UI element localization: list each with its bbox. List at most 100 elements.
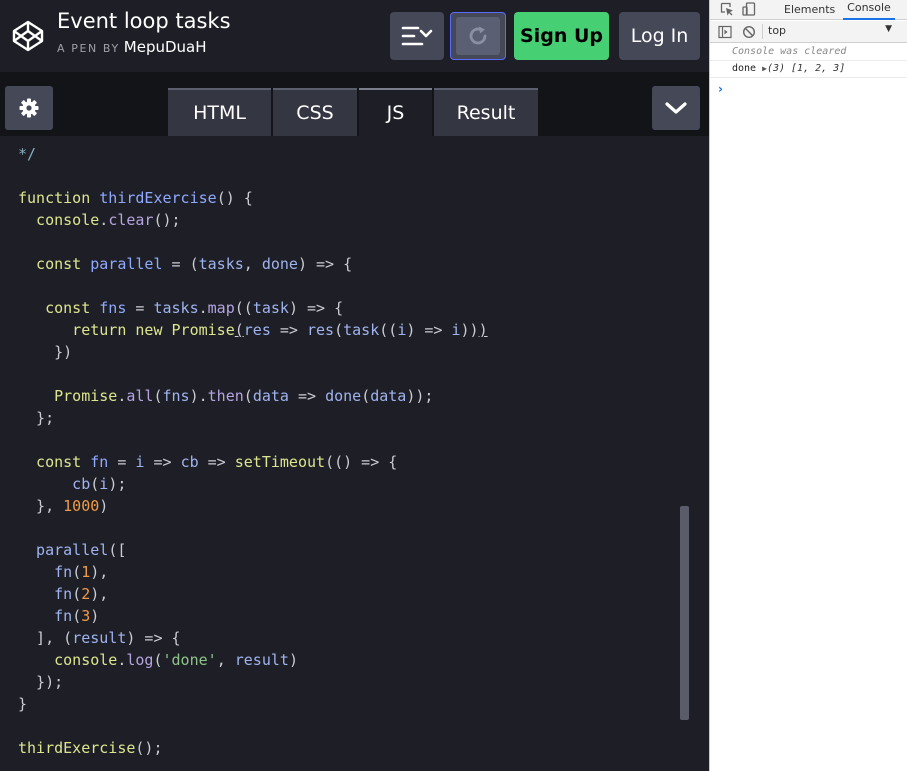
console-output: Console was cleared done ▶(3) [1, 2, 3] xyxy=(710,44,907,78)
code-line[interactable] xyxy=(18,275,488,297)
log-value[interactable]: (3) [1, 2, 3] xyxy=(767,63,845,74)
code-token: done xyxy=(261,255,298,273)
code-line[interactable]: thirdExercise(); xyxy=(18,737,488,759)
tab-result[interactable]: Result xyxy=(434,88,538,136)
code-token: ) xyxy=(288,651,298,669)
code-line[interactable]: console.clear(); xyxy=(18,209,488,231)
code-line[interactable]: Promise.all(fns).then(data => done(data)… xyxy=(18,385,488,407)
code-line[interactable] xyxy=(18,715,488,737)
code-content[interactable]: */ function thirdExercise() { console.cl… xyxy=(18,143,488,759)
context-dropdown-icon: ▼ xyxy=(885,24,892,34)
devtools-tab-console[interactable]: Console xyxy=(843,0,895,20)
code-token: ) xyxy=(90,607,100,625)
code-line[interactable] xyxy=(18,429,488,451)
pen-title: Event loop tasks xyxy=(57,9,231,33)
sidebar-toggle-icon[interactable] xyxy=(718,25,732,39)
codepen-logo-icon[interactable] xyxy=(10,18,46,54)
code-line[interactable]: }) xyxy=(18,341,488,363)
code-line[interactable]: const fns = tasks.map((task) => { xyxy=(18,297,488,319)
code-token: = xyxy=(108,453,136,471)
code-token: task xyxy=(252,299,289,317)
code-line[interactable]: }); xyxy=(18,671,488,693)
change-layout-button[interactable] xyxy=(390,12,444,60)
code-token: ) xyxy=(99,497,109,515)
code-line[interactable]: ], (result) => { xyxy=(18,627,488,649)
code-token: tasks xyxy=(153,299,199,317)
code-token: thirdExercise xyxy=(18,739,136,757)
code-token: )) xyxy=(460,321,479,339)
code-line[interactable]: console.log('done', result) xyxy=(18,649,488,671)
code-token: result xyxy=(72,629,127,647)
device-toggle-icon[interactable] xyxy=(742,2,756,16)
code-token: 'done' xyxy=(162,651,217,669)
code-token: ([ xyxy=(108,541,127,559)
code-token: cb xyxy=(180,453,199,471)
tab-js[interactable]: JS xyxy=(359,88,432,136)
code-token: ). xyxy=(189,387,208,405)
code-line[interactable]: }; xyxy=(18,407,488,429)
code-token: (( xyxy=(379,321,398,339)
devtools-tab-elements[interactable]: Elements xyxy=(784,3,835,16)
code-line[interactable]: const fn = i => cb => setTimeout(() => { xyxy=(18,451,488,473)
code-token: 3 xyxy=(81,607,91,625)
sign-up-button[interactable]: Sign Up xyxy=(514,12,609,60)
code-token: (); xyxy=(135,739,163,757)
code-token: (() => { xyxy=(325,453,398,471)
code-token: fn xyxy=(90,453,109,471)
code-token: const xyxy=(18,255,91,273)
code-line[interactable] xyxy=(18,165,488,187)
tab-css[interactable]: CSS xyxy=(273,88,357,136)
tab-html[interactable]: HTML xyxy=(168,88,271,136)
inspect-element-icon[interactable] xyxy=(720,2,734,16)
code-line[interactable]: } xyxy=(18,693,488,715)
run-button[interactable] xyxy=(450,12,506,60)
pen-header: Event loop tasks A PEN BY MepuDuaH Sign U… xyxy=(0,0,709,72)
console-prompt-icon[interactable]: › xyxy=(718,82,723,96)
clear-console-icon[interactable] xyxy=(742,25,756,39)
js-code-editor[interactable]: */ function thirdExercise() { console.cl… xyxy=(0,136,709,771)
code-line[interactable] xyxy=(18,231,488,253)
code-token: () { xyxy=(216,189,253,207)
code-line[interactable]: fn(2), xyxy=(18,583,488,605)
code-line[interactable] xyxy=(18,517,488,539)
console-log-entry[interactable]: done ▶(3) [1, 2, 3] xyxy=(710,61,907,78)
code-token: fns xyxy=(162,387,190,405)
code-token: => xyxy=(198,453,235,471)
code-token: then xyxy=(207,387,244,405)
code-line[interactable]: }, 1000) xyxy=(18,495,488,517)
code-token: ) => { xyxy=(288,299,344,317)
code-token: ( xyxy=(243,387,253,405)
code-token: . xyxy=(198,299,208,317)
code-token: ( xyxy=(72,585,82,603)
code-line[interactable]: */ xyxy=(18,143,488,165)
settings-button[interactable] xyxy=(5,86,53,130)
code-line[interactable]: fn(1), xyxy=(18,561,488,583)
context-selector[interactable]: top ▼ xyxy=(768,24,898,40)
collapse-button[interactable] xyxy=(652,86,700,130)
run-button-inner xyxy=(456,17,500,55)
code-token: data xyxy=(252,387,289,405)
author-link[interactable]: MepuDuaH xyxy=(124,38,207,56)
log-label: done xyxy=(732,63,757,74)
log-in-button[interactable]: Log In xyxy=(619,12,700,60)
code-token: data xyxy=(370,387,407,405)
devtools-panel: Elements Console top ▼ Console was clear… xyxy=(709,0,907,771)
editor-scrollbar[interactable] xyxy=(680,506,689,720)
code-line[interactable]: return new Promise(res => res(task((i) =… xyxy=(18,319,487,341)
code-token: setTimeout xyxy=(234,453,326,471)
refresh-icon xyxy=(469,26,487,45)
code-token: . xyxy=(99,211,109,229)
code-line[interactable] xyxy=(18,363,488,385)
code-token: , xyxy=(243,255,262,273)
code-token: ( xyxy=(72,607,82,625)
code-line[interactable]: function thirdExercise() { xyxy=(18,187,488,209)
code-line[interactable]: fn(3) xyxy=(18,605,488,627)
code-line[interactable]: parallel([ xyxy=(18,539,488,561)
code-line[interactable]: cb(i); xyxy=(18,473,488,495)
code-token: ) => xyxy=(406,321,452,339)
code-line[interactable]: const parallel = (tasks, done) => { xyxy=(18,253,488,275)
chevron-down-icon xyxy=(665,102,687,114)
code-token: parallel xyxy=(18,541,109,559)
code-token: parallel xyxy=(90,255,163,273)
code-token: = xyxy=(126,299,154,317)
